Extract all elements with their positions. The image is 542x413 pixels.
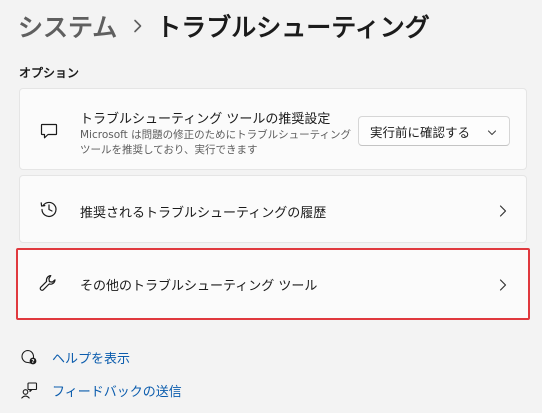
troubleshoot-history-title: 推奨されるトラブルシューティングの履歴 (80, 206, 327, 221)
recommended-settings-card: トラブルシューティング ツールの推奨設定 Microsoft は問題の修正のため… (19, 88, 527, 170)
send-feedback-link[interactable]: フィードバックの送信 (19, 380, 182, 400)
help-icon: ? (19, 347, 39, 367)
feedback-icon (19, 380, 39, 400)
troubleshoot-settings-page: システム トラブルシューティング オプション トラブルシューティング ツールの推… (0, 0, 542, 413)
section-label-options: オプション (19, 66, 80, 80)
chat-bubble-icon (37, 119, 61, 143)
other-troubleshooters-card[interactable]: その他のトラブルシューティング ツール (16, 248, 530, 320)
breadcrumb: システム トラブルシューティング (18, 9, 430, 43)
recommended-settings-title: トラブルシューティング ツールの推奨設定 (80, 112, 331, 127)
page-title: トラブルシューティング (156, 13, 430, 42)
dropdown-selected-value: 実行前に確認する (370, 124, 471, 140)
history-icon (37, 197, 61, 221)
recommended-settings-description: Microsoft は問題の修正のためにトラブルシューティング ツールを推奨して… (80, 128, 355, 158)
get-help-link[interactable]: ? ヘルプを表示 (19, 347, 130, 367)
other-troubleshooters-title: その他のトラブルシューティング ツール (80, 279, 318, 294)
recommended-settings-dropdown[interactable]: 実行前に確認する (358, 116, 510, 146)
chevron-right-icon (133, 19, 142, 33)
description-line: ツールを推奨しており、実行できます (80, 144, 258, 156)
svg-text:?: ? (31, 359, 34, 365)
send-feedback-label[interactable]: フィードバックの送信 (52, 381, 182, 400)
chevron-right-icon (498, 203, 508, 217)
get-help-label[interactable]: ヘルプを表示 (52, 348, 130, 367)
description-line: Microsoft は問題の修正のためにトラブルシューティング (80, 129, 351, 141)
chevron-right-icon (498, 277, 508, 291)
wrench-icon (36, 271, 60, 295)
troubleshoot-history-card[interactable]: 推奨されるトラブルシューティングの履歴 (19, 175, 527, 243)
breadcrumb-parent-system[interactable]: システム (18, 8, 117, 44)
chevron-down-icon (487, 126, 497, 136)
